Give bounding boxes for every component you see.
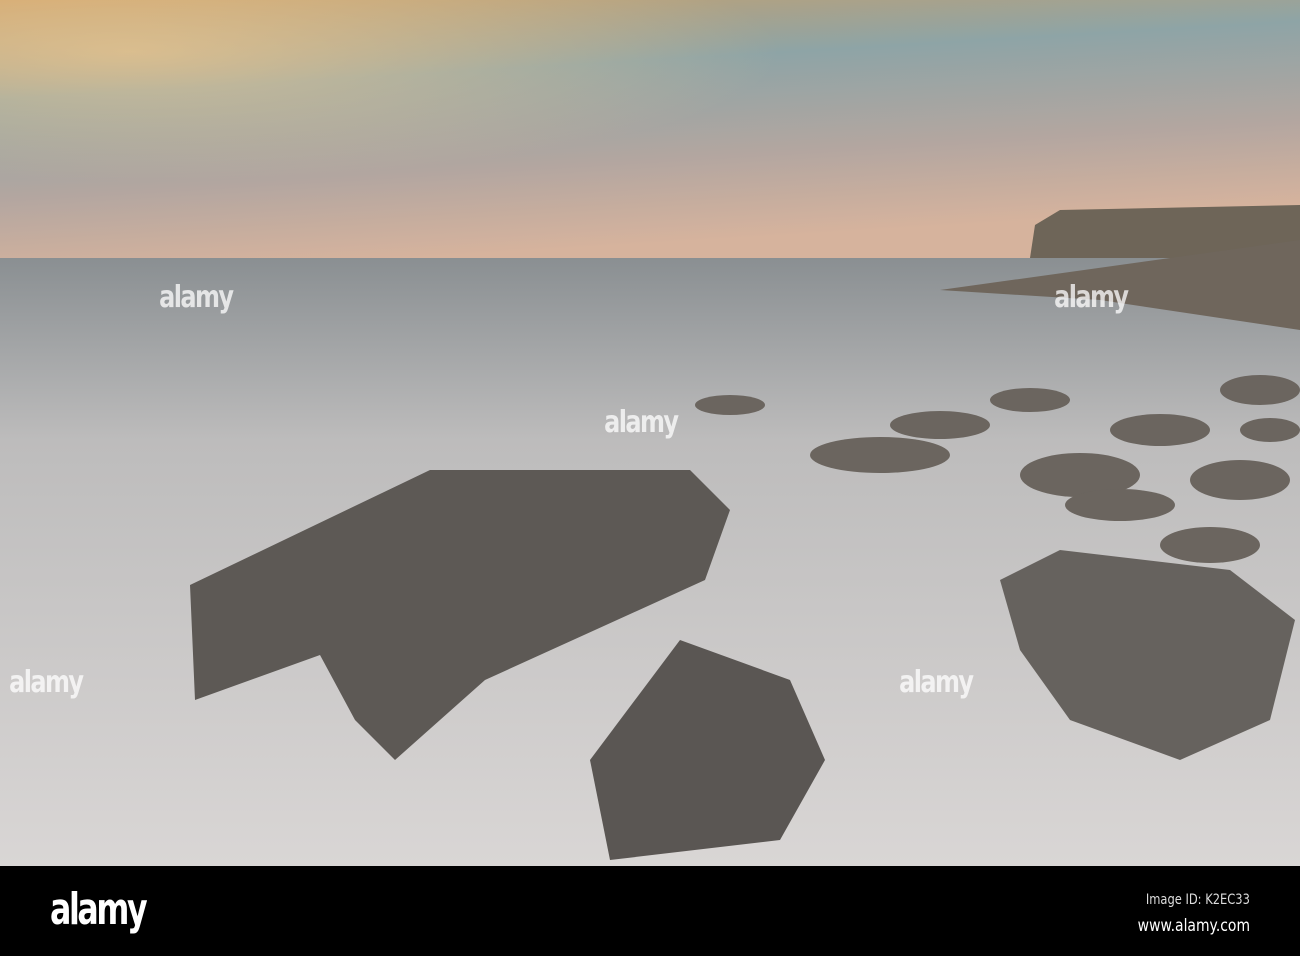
watermark: alamy (1054, 280, 1129, 315)
stock-photo: alamy alamy alamy alamy alamy alamy Imag… (0, 0, 1300, 956)
watermark: alamy (159, 280, 234, 315)
watermark: alamy (899, 665, 974, 700)
watermark: alamy (9, 665, 84, 700)
footer-bar: alamy Image ID: K2EC33 www.alamy.com (0, 866, 1300, 956)
alamy-logo: alamy (50, 884, 148, 935)
watermark: alamy (604, 405, 679, 440)
image-id: Image ID: K2EC33 (1145, 892, 1250, 908)
site-url: www.alamy.com (1137, 916, 1250, 936)
